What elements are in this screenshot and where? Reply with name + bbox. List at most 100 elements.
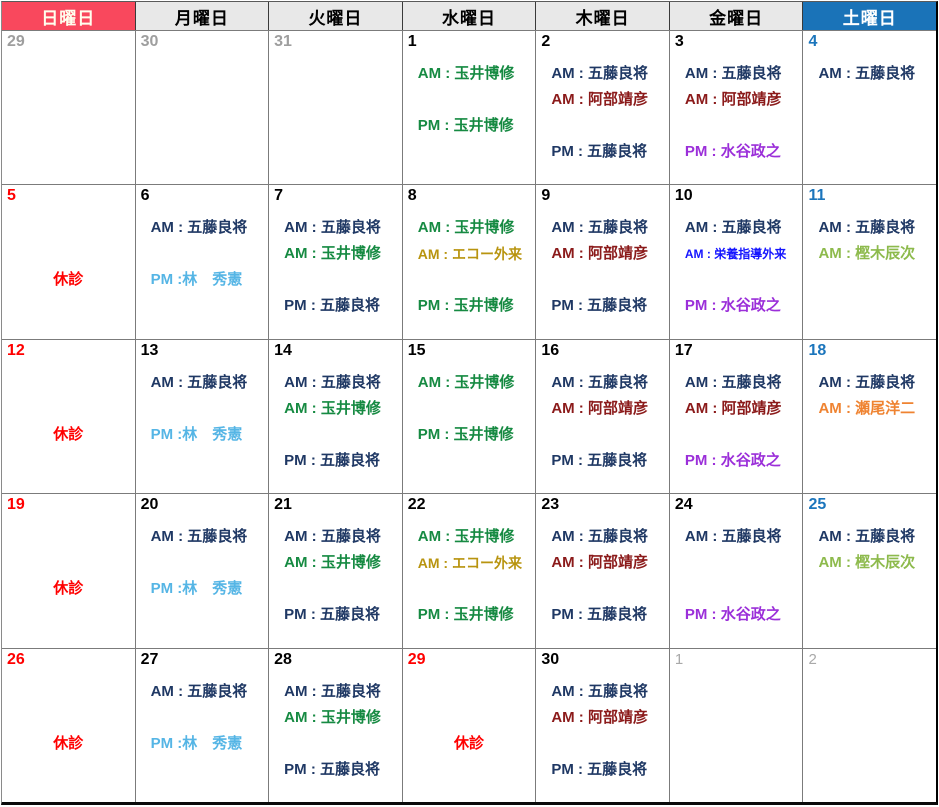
schedule-entry: AM : エコー外来: [403, 550, 536, 576]
schedule-entry: AM : 玉井博修: [269, 705, 402, 731]
day-number: 23: [541, 496, 559, 514]
day-cell-w4-24[interactable]: 24AM : 五藤良将PM : 水谷政之: [670, 494, 804, 647]
day-cell-w2-7[interactable]: 7AM : 五藤良将AM : 玉井博修PM : 五藤良将: [269, 185, 403, 338]
schedule-entry: AM : 五藤良将: [269, 524, 402, 550]
header-cell-wednesday: 水曜日: [403, 2, 537, 30]
day-cell-w4-20[interactable]: 20AM : 五藤良将PM :林 秀憲: [136, 494, 270, 647]
schedule-entry: AM : 五藤良将: [536, 215, 669, 241]
schedule-entry: AM : 玉井博修: [403, 370, 536, 396]
day-cell-w1-31[interactable]: 31: [269, 31, 403, 184]
day-cell-w1-3[interactable]: 3AM : 五藤良将AM : 阿部靖彦PM : 水谷政之: [670, 31, 804, 184]
week-row-5: 26休診27AM : 五藤良将PM :林 秀憲28AM : 五藤良将AM : 玉…: [2, 649, 936, 802]
calendar-grid: 2930311AM : 玉井博修PM : 玉井博修2AM : 五藤良将AM : …: [2, 31, 936, 802]
schedule-entry: PM : 水谷政之: [670, 602, 803, 628]
day-cell-w3-17[interactable]: 17AM : 五藤良将AM : 阿部靖彦PM : 水谷政之: [670, 340, 804, 493]
day-number: 29: [7, 33, 25, 51]
schedule-entry: PM : 五藤良将: [536, 757, 669, 783]
closed-label: 休診: [403, 731, 536, 757]
day-cell-w5-28[interactable]: 28 AM : 五藤良将AM : 玉井博修 PM : 五藤良将: [269, 649, 403, 802]
day-cell-w3-18[interactable]: 18 AM : 五藤良将AM : 瀬尾洋二: [803, 340, 936, 493]
day-number: 8: [408, 187, 417, 205]
day-cell-w2-5[interactable]: 5 休診: [2, 185, 136, 338]
day-number: 13: [141, 342, 159, 360]
schedule-entry: PM : 五藤良将: [536, 293, 669, 319]
schedule-entry: AM : 五藤良将: [803, 524, 936, 550]
schedule-entry: AM : 五藤良将: [670, 215, 803, 241]
closed-label: 休診: [2, 267, 135, 293]
day-cell-w3-13[interactable]: 13AM : 五藤良将PM :林 秀憲: [136, 340, 270, 493]
day-cell-w2-6[interactable]: 6AM : 五藤良将PM :林 秀憲: [136, 185, 270, 338]
closed-label: 休診: [2, 576, 135, 602]
schedule-entry: PM : 五藤良将: [536, 139, 669, 165]
week-row-1: 2930311AM : 玉井博修PM : 玉井博修2AM : 五藤良将AM : …: [2, 31, 936, 185]
day-cell-w3-12[interactable]: 12休診: [2, 340, 136, 493]
day-number: 6: [141, 187, 150, 205]
day-cell-w5-30[interactable]: 30AM : 五藤良将AM : 阿部靖彦PM : 五藤良将: [536, 649, 670, 802]
day-cell-w2-8[interactable]: 8AM : 玉井博修AM : エコー外来PM : 玉井博修: [403, 185, 537, 338]
schedule-entry: AM : 五藤良将: [670, 61, 803, 87]
day-cell-w2-10[interactable]: 10AM : 五藤良将AM : 栄養指導外来PM : 水谷政之: [670, 185, 804, 338]
schedule-entry: PM :林 秀憲: [136, 422, 269, 448]
day-number: 26: [7, 651, 25, 669]
week-row-2: 5 休診6AM : 五藤良将PM :林 秀憲7AM : 五藤良将AM : 玉井博修…: [2, 185, 936, 339]
schedule-entry: PM : 五藤良将: [269, 602, 402, 628]
schedule-entry: AM : 五藤良将: [136, 679, 269, 705]
day-number: 31: [274, 33, 292, 51]
day-number: 11: [808, 187, 825, 205]
schedule-entry: AM : 五藤良将: [803, 370, 936, 396]
day-number: 16: [541, 342, 559, 360]
day-number: 2: [808, 651, 816, 668]
day-number: 10: [675, 187, 693, 205]
schedule-entry: PM : 五藤良将: [269, 757, 402, 783]
schedule-entry: AM : 阿部靖彦: [536, 705, 669, 731]
schedule-entry: PM : 水谷政之: [670, 139, 803, 165]
day-cell-w5-29[interactable]: 29休診: [403, 649, 537, 802]
schedule-entry: AM : 阿部靖彦: [536, 550, 669, 576]
day-number: 28: [274, 651, 292, 669]
day-number: 9: [541, 187, 550, 205]
day-cell-w1-30[interactable]: 30: [136, 31, 270, 184]
day-number: 17: [675, 342, 693, 360]
day-cell-w1-2[interactable]: 2AM : 五藤良将AM : 阿部靖彦PM : 五藤良将: [536, 31, 670, 184]
day-number: 30: [141, 33, 159, 51]
day-cell-w2-9[interactable]: 9AM : 五藤良将AM : 阿部靖彦PM : 五藤良将: [536, 185, 670, 338]
schedule-entry: AM : 五藤良将: [269, 215, 402, 241]
schedule-entry: AM : 瀬尾洋二: [803, 396, 936, 422]
day-cell-w4-22[interactable]: 22AM : 玉井博修AM : エコー外来PM : 玉井博修: [403, 494, 537, 647]
day-cell-w1-29[interactable]: 29: [2, 31, 136, 184]
day-cell-w1-4[interactable]: 4AM : 五藤良将: [803, 31, 936, 184]
day-cell-w3-15[interactable]: 15AM : 玉井博修PM : 玉井博修: [403, 340, 537, 493]
schedule-entry: AM : 五藤良将: [803, 215, 936, 241]
day-cell-w4-23[interactable]: 23AM : 五藤良将AM : 阿部靖彦PM : 五藤良将: [536, 494, 670, 647]
schedule-entry: AM : 五藤良将: [136, 524, 269, 550]
schedule-entry: AM : 五藤良将: [670, 524, 803, 550]
doctor-schedule-calendar: 日曜日月曜日火曜日水曜日木曜日金曜日土曜日 2930311AM : 玉井博修PM…: [1, 1, 938, 805]
schedule-entry: PM : 玉井博修: [403, 113, 536, 139]
day-cell-w5-27[interactable]: 27AM : 五藤良将PM :林 秀憲: [136, 649, 270, 802]
schedule-entry: PM : 五藤良将: [536, 602, 669, 628]
day-cell-w1-1[interactable]: 1AM : 玉井博修PM : 玉井博修: [403, 31, 537, 184]
day-cell-w2-11[interactable]: 11AM : 五藤良将AM : 樫木辰次: [803, 185, 936, 338]
schedule-entry: AM : 栄養指導外来: [670, 241, 803, 267]
day-cell-w5-26[interactable]: 26休診: [2, 649, 136, 802]
day-cell-w5-1[interactable]: 1: [670, 649, 804, 802]
day-number: 18: [808, 342, 826, 360]
week-row-4: 19休診20AM : 五藤良将PM :林 秀憲21AM : 五藤良将AM : 玉…: [2, 494, 936, 648]
schedule-entry: AM : 五藤良将: [536, 61, 669, 87]
day-cell-w4-25[interactable]: 25AM : 五藤良将AM : 樫木辰次: [803, 494, 936, 647]
schedule-entry: AM : 阿部靖彦: [670, 396, 803, 422]
day-cell-w3-14[interactable]: 14AM : 五藤良将AM : 玉井博修PM : 五藤良将: [269, 340, 403, 493]
day-number: 27: [141, 651, 159, 669]
schedule-entry: AM : 五藤良将: [269, 679, 402, 705]
day-cell-w3-16[interactable]: 16AM : 五藤良将AM : 阿部靖彦PM : 五藤良将: [536, 340, 670, 493]
schedule-entry: AM : 阿部靖彦: [536, 87, 669, 113]
day-cell-w5-2[interactable]: 2: [803, 649, 936, 802]
schedule-entry: AM : 玉井博修: [403, 524, 536, 550]
schedule-entry: PM :林 秀憲: [136, 576, 269, 602]
schedule-entry: AM : 五藤良将: [670, 370, 803, 396]
header-cell-saturday: 土曜日: [803, 2, 936, 30]
day-cell-w4-19[interactable]: 19休診: [2, 494, 136, 647]
day-cell-w4-21[interactable]: 21AM : 五藤良将AM : 玉井博修PM : 五藤良将: [269, 494, 403, 647]
closed-label: 休診: [2, 422, 135, 448]
day-number: 5: [7, 187, 16, 205]
